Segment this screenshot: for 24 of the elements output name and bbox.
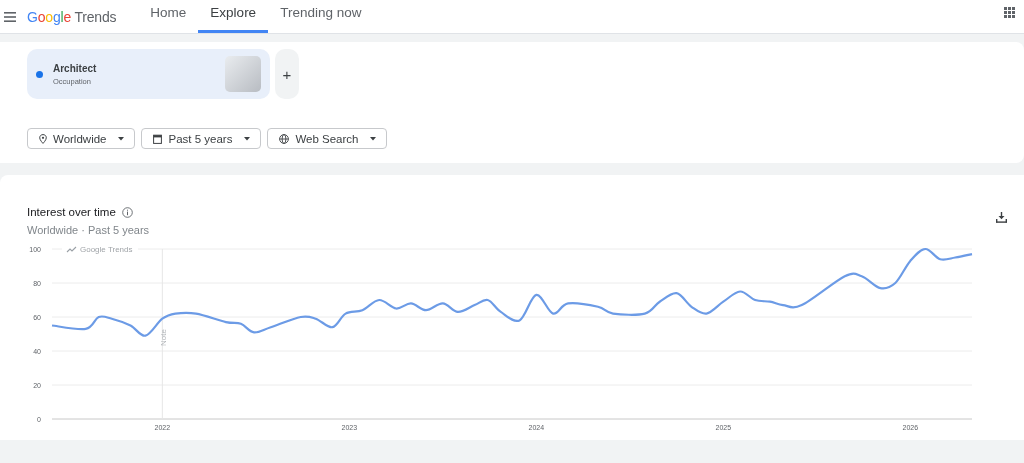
chart-subtitle: Worldwide · Past 5 years <box>27 224 151 236</box>
photo-placeholder <box>225 56 261 92</box>
caret-icon <box>244 136 251 141</box>
calendar-icon <box>153 133 163 144</box>
apps-grid-icon[interactable] <box>1004 7 1015 18</box>
download-icon[interactable] <box>996 212 1007 223</box>
nav-tab[interactable]: Explore <box>198 0 269 33</box>
filter-dropdown[interactable]: Web Search <box>267 128 388 149</box>
filter-dropdown[interactable]: Past 5 years <box>141 128 262 149</box>
info-icon[interactable] <box>121 206 133 218</box>
chart-title: Interest over time <box>27 206 116 218</box>
nav-tab[interactable]: Home <box>138 0 199 33</box>
location-pin-icon <box>39 133 47 144</box>
menu-icon[interactable] <box>4 11 16 22</box>
caret-icon <box>118 136 125 141</box>
filter-dropdown[interactable]: Worldwide <box>27 128 136 149</box>
google-trends-logo[interactable]: Google Trends <box>27 8 117 25</box>
nav-tab[interactable]: Trending now <box>268 0 374 33</box>
term-name: Architect <box>53 62 98 74</box>
note-label: Note <box>159 329 169 346</box>
caret-icon <box>370 136 377 141</box>
globe-icon <box>279 133 290 144</box>
chart-watermark: Google Trends <box>62 244 138 254</box>
add-term-button[interactable]: + <box>275 49 299 99</box>
